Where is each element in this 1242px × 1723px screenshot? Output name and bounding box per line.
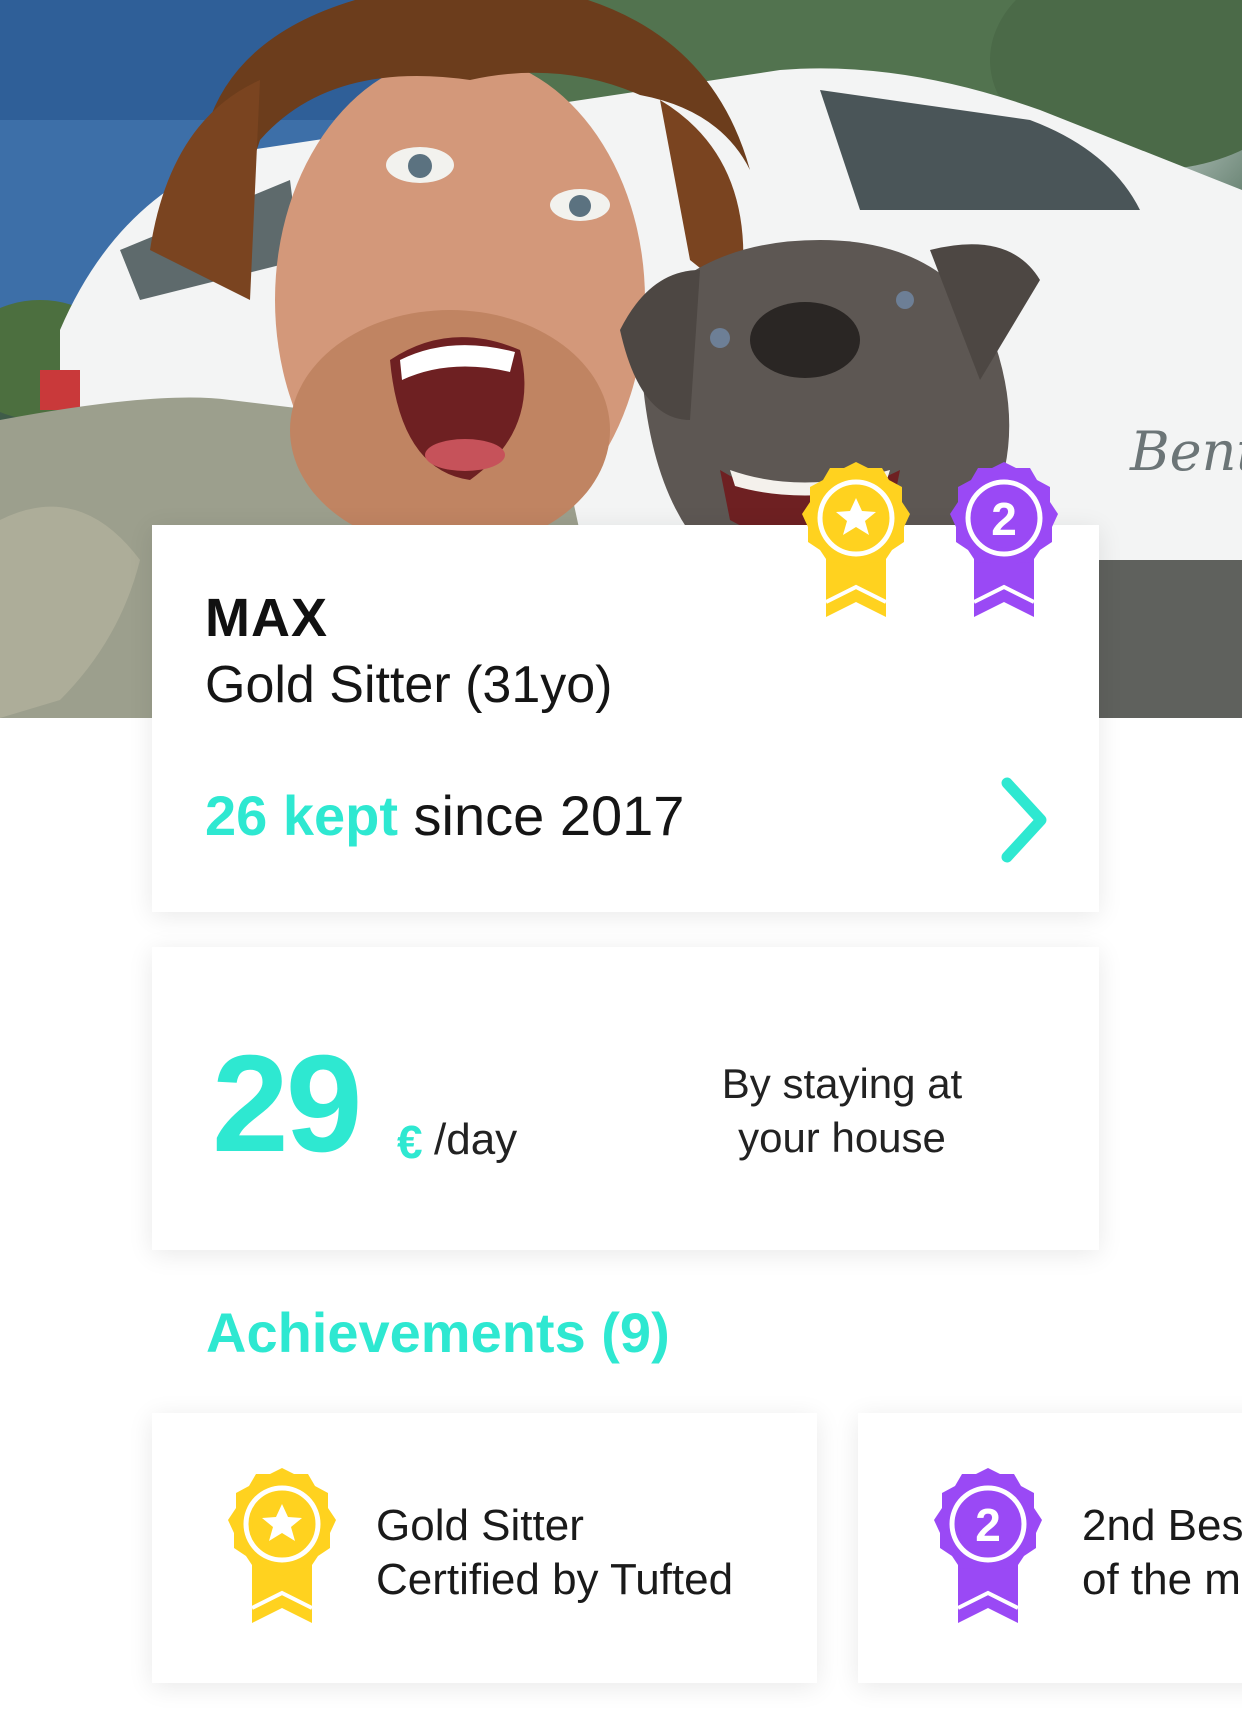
achievement-text: 2nd Best of the mo xyxy=(1082,1499,1242,1607)
price-card: 29 € /day By staying at your house xyxy=(152,947,1099,1250)
gold-star-badge-icon xyxy=(222,1468,342,1633)
achievements-title: Achievements (9) xyxy=(206,1301,670,1364)
achievement-card[interactable]: 2 2nd Best of the mo xyxy=(858,1413,1242,1683)
achievement-card[interactable]: Gold Sitter Certified by Tufted xyxy=(152,1413,817,1683)
sitter-role: Gold Sitter (31yo) xyxy=(205,656,613,714)
sitter-name: MAX xyxy=(205,588,328,648)
price-note: By staying at your house xyxy=(721,1060,963,1161)
achievement-line2: of the mo xyxy=(1082,1555,1242,1604)
achievement-line1: 2nd Best xyxy=(1082,1501,1242,1550)
price-unit: /day xyxy=(434,1115,518,1164)
price-currency: € xyxy=(397,1116,423,1168)
chevron-right-icon xyxy=(1001,777,1047,863)
rank-2-badge-icon: 2 xyxy=(928,1468,1048,1633)
kept-since: since 2017 xyxy=(398,784,685,847)
star-rosette-icon xyxy=(802,462,910,617)
svg-text:2: 2 xyxy=(975,1499,1001,1551)
price-amount: 29 xyxy=(212,1027,362,1181)
svg-text:Bent: Bent xyxy=(1129,420,1242,483)
achievement-text: Gold Sitter Certified by Tufted xyxy=(376,1499,733,1607)
kept-count: 26 kept xyxy=(205,784,398,847)
svg-text:2: 2 xyxy=(991,493,1017,545)
rank-rosette-icon: 2 xyxy=(950,462,1058,617)
achievement-line2: Certified by Tufted xyxy=(376,1555,734,1604)
achievement-line1: Gold Sitter xyxy=(376,1501,584,1550)
rank-badge: 2 xyxy=(944,462,1064,627)
gold-badge xyxy=(796,462,916,627)
kept-summary: 26 kept since 2017 xyxy=(205,783,684,848)
profile-details-button[interactable] xyxy=(989,770,1059,870)
